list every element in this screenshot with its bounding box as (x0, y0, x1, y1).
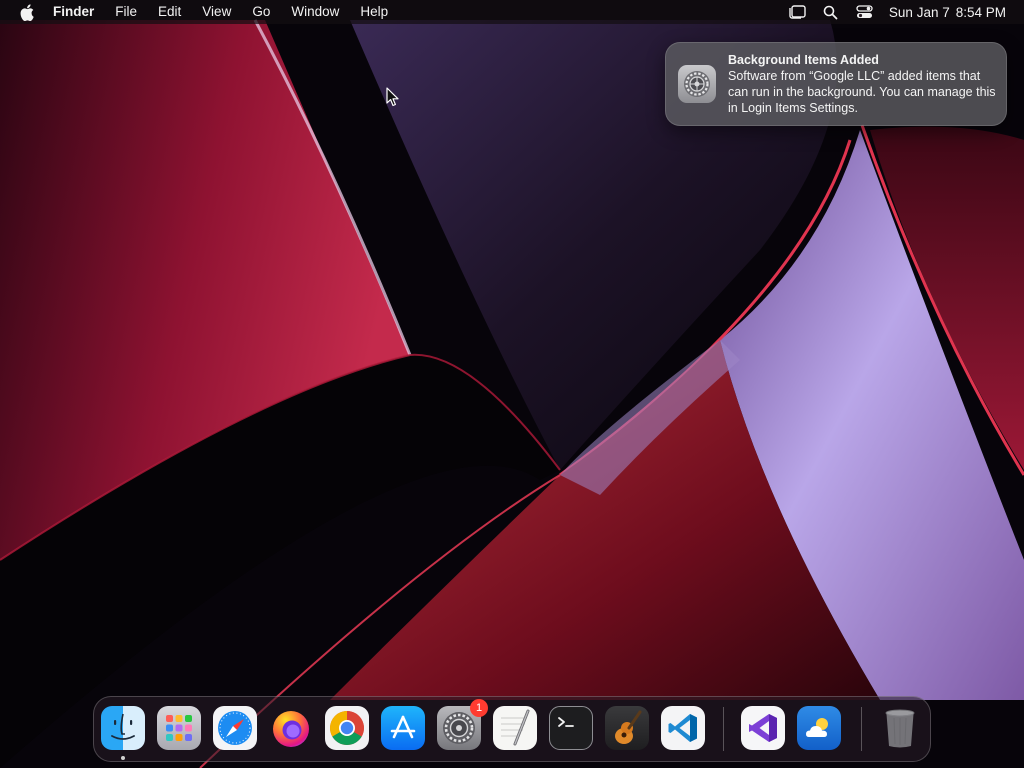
menu-help[interactable]: Help (360, 0, 388, 24)
spotlight-search-icon[interactable] (821, 2, 841, 22)
menu-view[interactable]: View (202, 0, 231, 24)
notification-title: Background Items Added (728, 53, 879, 67)
finder-icon[interactable] (101, 706, 145, 750)
menu-app-name[interactable]: Finder (53, 0, 94, 24)
textedit-icon[interactable] (493, 706, 537, 750)
launchpad-icon[interactable] (157, 706, 201, 750)
dock-separator (723, 707, 724, 751)
safari-icon[interactable] (213, 706, 257, 750)
weather-icon[interactable] (797, 706, 841, 750)
menu-window[interactable]: Window (291, 0, 339, 24)
system-settings-icon (678, 65, 716, 103)
trash-icon[interactable] (878, 706, 922, 750)
background-items-notification[interactable]: Background Items Added Software from “Go… (665, 42, 1007, 126)
chrome-icon[interactable] (325, 706, 369, 750)
mouse-cursor-icon (386, 87, 399, 107)
apple-menu-icon[interactable] (18, 3, 36, 21)
notification-badge: 1 (470, 699, 488, 717)
terminal-icon[interactable] (549, 706, 593, 750)
notification-body: Software from “Google LLC” added items t… (728, 69, 996, 115)
firefox-icon[interactable] (269, 706, 313, 750)
finder-running-indicator (121, 756, 125, 760)
menu-bar: Finder File Edit View Go Window Help Sun… (0, 0, 1024, 24)
app-store-icon[interactable] (381, 706, 425, 750)
visual-studio-icon[interactable] (741, 706, 785, 750)
vscode-icon[interactable] (661, 706, 705, 750)
clock-time: 8:54 PM (955, 4, 1006, 20)
garageband-icon[interactable] (605, 706, 649, 750)
stage-manager-icon[interactable] (787, 2, 807, 22)
menu-file[interactable]: File (115, 0, 137, 24)
dock: 1 (93, 696, 931, 762)
menu-edit[interactable]: Edit (158, 0, 181, 24)
dock-separator (861, 707, 862, 751)
control-center-icon[interactable] (855, 2, 875, 22)
system-settings-icon[interactable]: 1 (437, 699, 488, 750)
clock-date: Sun Jan 7 (888, 4, 950, 20)
menu-bar-clock[interactable]: Sun Jan 7 8:54 PM (889, 5, 1006, 20)
menu-go[interactable]: Go (252, 0, 270, 24)
